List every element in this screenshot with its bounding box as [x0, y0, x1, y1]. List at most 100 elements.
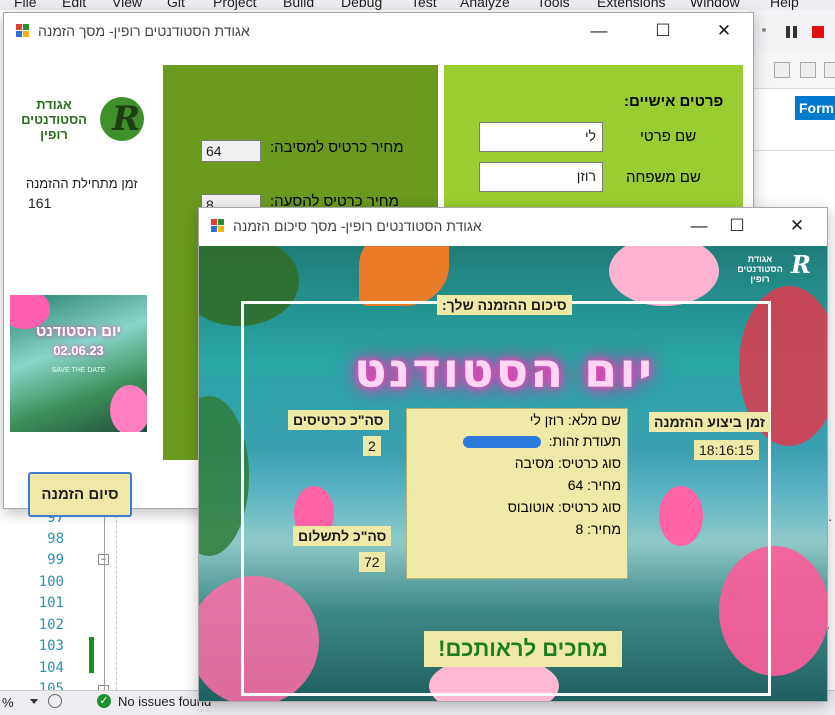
summary-logo-text: אגודת הסטודנטים רופין: [737, 254, 783, 284]
overflow-icon[interactable]: [762, 28, 766, 32]
menu-edit[interactable]: Edit: [62, 0, 86, 10]
align-icon[interactable]: [774, 62, 790, 78]
summary-ticket-type-1: סוג כרטיס: מסיבה: [514, 455, 621, 471]
summary-header: סיכום ההזמנה שלך:: [437, 295, 572, 315]
chevron-down-icon[interactable]: [30, 699, 38, 704]
line-number: 98: [47, 531, 64, 547]
menu-git[interactable]: Git: [167, 0, 185, 10]
app-icon: [16, 24, 30, 38]
summary-window-titlebar[interactable]: אגודת הסטודנטים רופין- מסך סיכום הזמנה —…: [199, 208, 827, 244]
first-name-label: שם פרטי: [640, 128, 697, 145]
indent-guide: [116, 500, 118, 690]
summary-price-1: מחיר: 64: [567, 477, 621, 493]
health-icon[interactable]: [48, 694, 62, 708]
hibiscus-shape: [609, 246, 719, 306]
party-price-field[interactable]: 64: [201, 140, 261, 162]
summary-background: אגודת הסטודנטים רופין R סיכום ההזמנה שלך…: [199, 246, 827, 701]
menu-help[interactable]: Help: [770, 0, 799, 10]
code-gutter: 97 98 99 100 101 102 103 104 105 −: [0, 500, 140, 697]
app-icon: [211, 219, 225, 233]
footer-banner: מחכים לראותכם!: [424, 631, 622, 667]
summary-window: אגודת הסטודנטים רופין- מסך סיכום הזמנה —…: [198, 207, 828, 702]
summary-full-name: שם מלא: רוזן לי: [529, 412, 621, 428]
summary-ticket-type-2: סוג כרטיס: אוטובוס: [507, 499, 621, 515]
order-time-label: זמן ביצוע ההזמנה: [649, 412, 771, 432]
pause-icon-bar: [793, 26, 797, 38]
poster-subtitle: SAVE THE DATE: [51, 367, 106, 374]
maximize-button[interactable]: ☐: [715, 208, 759, 244]
logo-letter-icon: R: [791, 250, 811, 279]
bird-of-paradise-shape: [359, 246, 449, 306]
zoom-level[interactable]: %: [2, 695, 14, 710]
change-marker: [89, 637, 94, 673]
check-icon: ✓: [97, 694, 111, 708]
timer-value: 161: [28, 195, 52, 211]
flamingo-body-right: [659, 486, 703, 546]
minimize-button[interactable]: —: [577, 13, 621, 49]
ide-toolbar: [748, 10, 835, 50]
personal-details-header: פרטים אישיים:: [624, 93, 724, 110]
line-number: 104: [38, 660, 64, 676]
menu-analyze[interactable]: Analyze: [460, 0, 510, 10]
total-payment-label: סה"כ לתשלום: [293, 526, 392, 546]
frame-left: [241, 301, 244, 696]
frame-bottom: [241, 693, 771, 696]
menu-file[interactable]: File: [14, 0, 37, 10]
close-button[interactable]: ✕: [702, 13, 746, 49]
menu-project[interactable]: Project: [213, 0, 257, 10]
frame-right: [768, 301, 771, 696]
total-tickets-value: 2: [363, 436, 381, 456]
summary-window-title: אגודת הסטודנטים רופין- מסך סיכום הזמנה: [233, 218, 482, 234]
line-number: 100: [38, 574, 64, 590]
total-tickets-label: סה"כ כרטיסים: [288, 410, 389, 430]
summary-logo: אגודת הסטודנטים רופין R: [733, 250, 821, 284]
order-summary-box: שם מלא: רוזן לי תעודת זהות: סוג כרטיס: מ…: [406, 408, 628, 579]
menu-extensions[interactable]: Extensions: [597, 0, 665, 10]
event-title: יום הסטודנט: [354, 343, 654, 399]
close-button[interactable]: ✕: [775, 208, 819, 244]
designer-toolbar: [748, 50, 835, 89]
finish-order-button[interactable]: סיום הזמנה: [28, 472, 132, 517]
first-name-field[interactable]: לי: [479, 122, 603, 152]
party-price-label: מחיר כרטיס למסיבה:: [270, 139, 404, 156]
total-payment-value: 72: [359, 552, 385, 572]
leaf-shape: [199, 246, 299, 326]
form-document-tab[interactable]: Form: [795, 96, 835, 120]
line-number: 99: [47, 552, 64, 568]
order-time-value: 18:16:15: [694, 440, 759, 460]
menu-test[interactable]: Test: [411, 0, 437, 10]
align-icon-3[interactable]: [824, 62, 835, 78]
order-window-titlebar[interactable]: אגודת הסטודנטים רופין- מסך הזמנה — ☐ ✕: [4, 13, 753, 49]
pause-icon[interactable]: [786, 26, 790, 38]
stop-icon[interactable]: [812, 26, 824, 38]
last-name-label: שם משפחה: [626, 169, 701, 186]
outline-line: [104, 510, 105, 690]
order-sidebar: אגודת הסטודנטים רופין R זמן מתחילת ההזמנ…: [4, 49, 161, 517]
menu-build[interactable]: Build: [283, 0, 314, 10]
ide-text-fragment: ·: [828, 512, 833, 527]
line-number: 103: [38, 638, 64, 654]
poster-date: 02.06.23: [53, 343, 104, 358]
redaction-mark: [463, 436, 541, 448]
align-icon-2[interactable]: [800, 62, 816, 78]
last-name-field[interactable]: רוזן: [479, 162, 603, 192]
line-number: 101: [38, 595, 64, 611]
menu-view[interactable]: View: [112, 0, 142, 10]
flamingo-shape-right: [719, 546, 827, 676]
flower-shape-2: [110, 385, 147, 432]
ide-divider: [752, 150, 835, 151]
order-window-title: אגודת הסטודנטים רופין- מסך הזמנה: [38, 23, 250, 39]
logo-letter-icon: R: [112, 99, 141, 139]
timer-label: זמן מתחילת ההזמנה: [26, 176, 138, 191]
maximize-button[interactable]: ☐: [641, 13, 685, 49]
flamingo-shape-left: [199, 576, 319, 701]
logo-text: אגודת הסטודנטים רופין: [21, 97, 87, 142]
menu-window[interactable]: Window: [690, 0, 740, 10]
event-poster: יום הסטודנט 02.06.23 SAVE THE DATE: [10, 295, 147, 432]
poster-title: יום הסטודנט: [36, 323, 121, 340]
line-number: 102: [38, 617, 64, 633]
menu-debug[interactable]: Debug: [341, 0, 382, 10]
ide-menu-bar: File Edit View Git Project Build Debug T…: [0, 0, 835, 10]
summary-price-2: מחיר: 8: [575, 521, 621, 537]
menu-tools[interactable]: Tools: [537, 0, 570, 10]
